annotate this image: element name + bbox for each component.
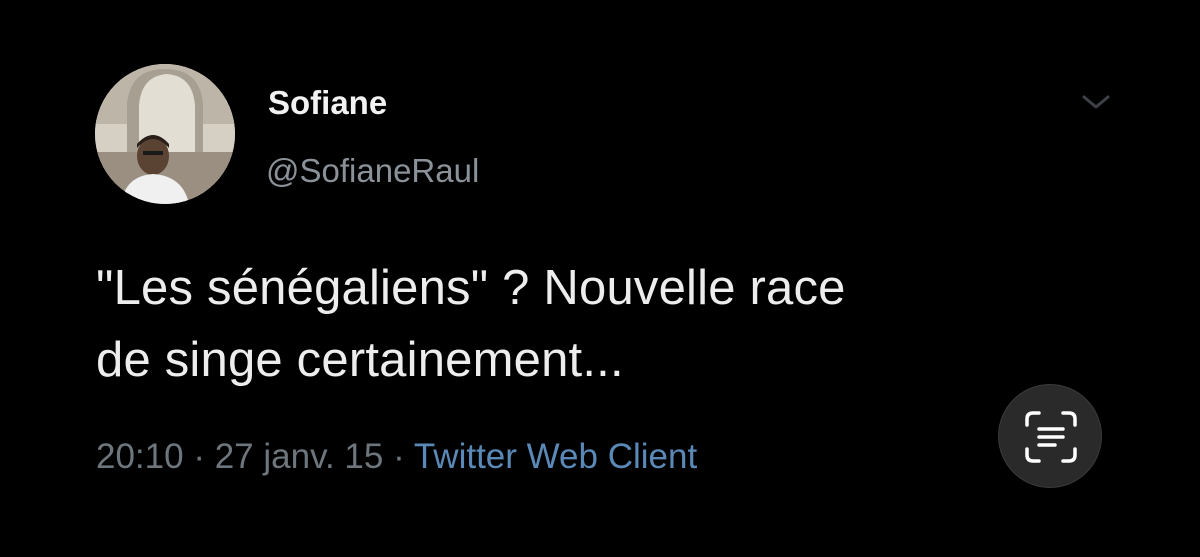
user-handle[interactable]: @SofianeRaul bbox=[266, 152, 479, 190]
tweet-text-line-2: de singe certainement... bbox=[96, 333, 624, 387]
live-text-scan-icon bbox=[1025, 411, 1077, 463]
tweet-source-link[interactable]: Twitter Web Client bbox=[414, 437, 697, 476]
tweet-meta: 20:10 · 27 janv. 15 · Twitter Web Client bbox=[96, 437, 697, 477]
live-text-button[interactable] bbox=[998, 384, 1102, 488]
separator-dot: · bbox=[193, 437, 205, 476]
tweet-time: 20:10 bbox=[96, 437, 184, 476]
tweet-text-line-1: "Les sénégaliens" ? Nouvelle race bbox=[96, 261, 846, 315]
display-name[interactable]: Sofiane bbox=[268, 84, 387, 122]
tweet-date[interactable]: 27 janv. 15 bbox=[215, 437, 384, 476]
separator-dot: · bbox=[393, 437, 405, 476]
tweet-card: Sofiane @SofianeRaul "Les sénégaliens" ?… bbox=[0, 0, 1200, 557]
tweet-text: "Les sénégaliens" ? Nouvelle race de sin… bbox=[96, 252, 1096, 396]
chevron-down-icon[interactable] bbox=[1078, 90, 1114, 114]
avatar-photo bbox=[95, 64, 235, 204]
avatar[interactable] bbox=[95, 64, 235, 204]
